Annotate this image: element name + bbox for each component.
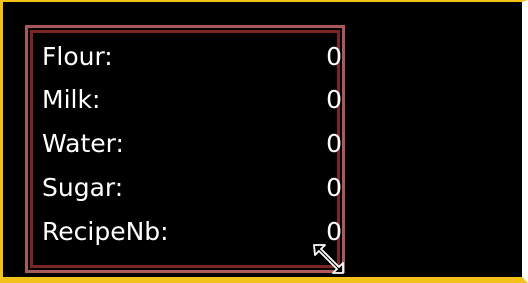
sugar-row: Sugar: 0 [42,168,342,208]
flour-label: Flour: [42,42,113,71]
flour-row: Flour: 0 [42,37,342,77]
flour-value: 0 [326,42,342,71]
water-label: Water: [42,129,124,158]
resize-diagonal-icon[interactable] [313,244,347,274]
sugar-label: Sugar: [42,173,124,202]
ingredients-panel: Flour: 0 Milk: 0 Water: 0 Sugar: 0 Recip… [25,25,345,273]
app-window: Flour: 0 Milk: 0 Water: 0 Sugar: 0 Recip… [0,0,528,283]
sugar-value: 0 [326,173,342,202]
water-row: Water: 0 [42,124,342,164]
milk-value: 0 [326,85,342,114]
milk-label: Milk: [42,85,101,114]
recipe-number-row: RecipeNb: 0 [42,212,342,252]
recipe-number-label: RecipeNb: [42,217,169,246]
milk-row: Milk: 0 [42,80,342,120]
water-value: 0 [326,129,342,158]
